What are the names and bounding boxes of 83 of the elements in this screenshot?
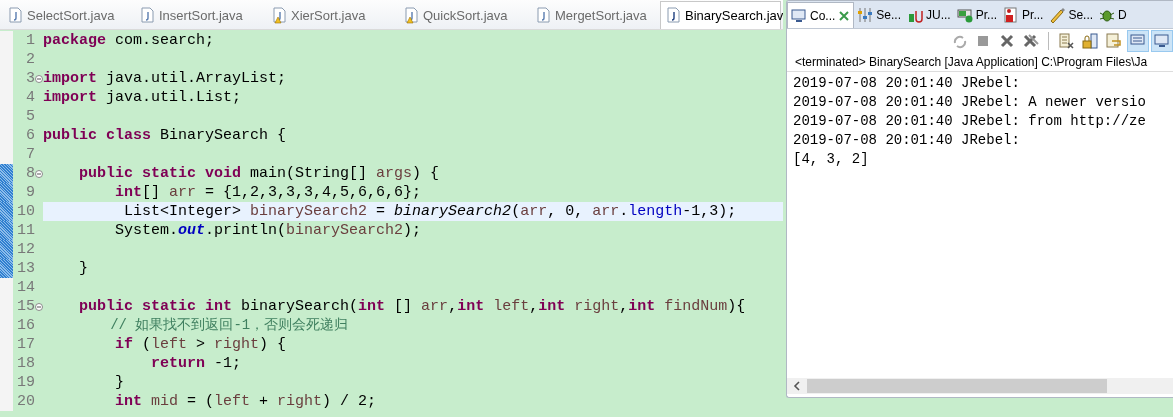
line-number: 11 <box>16 221 35 240</box>
monitor-icon <box>791 8 807 24</box>
scrollbar-thumb[interactable] <box>807 379 1107 393</box>
line-number: 1 <box>25 31 35 50</box>
editor-tab[interactable]: QuickSort.java <box>396 1 528 29</box>
line-number: 12 <box>16 240 35 259</box>
line-number: 10 <box>16 202 35 221</box>
java-file-warning-icon <box>404 6 418 24</box>
line-number: 4 <box>25 88 35 107</box>
console-output-line: 2019-07-08 20:01:40 JRebel: <box>793 74 1021 93</box>
line-number: 3 <box>25 69 35 88</box>
line-number: 8 <box>25 164 35 183</box>
display-console-button[interactable] <box>1151 30 1173 52</box>
word-wrap-icon <box>1106 33 1122 49</box>
scroll-left-icon[interactable] <box>793 381 801 391</box>
progress-icon <box>956 7 973 23</box>
remove-all-icon <box>1023 33 1039 49</box>
editor-tab[interactable]: MergetSort.java <box>528 1 660 29</box>
clear-console-icon <box>1058 33 1074 49</box>
java-file-icon <box>140 6 154 24</box>
bug-icon <box>1099 7 1116 23</box>
line-number: 15 <box>16 297 35 316</box>
refresh-icon <box>951 33 967 49</box>
line-number: 13 <box>16 259 35 278</box>
collapse-icon[interactable] <box>35 302 43 311</box>
editor-tab[interactable]: SelectSort.java <box>0 1 132 29</box>
console-output-line: 2019-07-08 20:01:40 JRebel: from http://ze <box>793 112 1147 131</box>
view-tab[interactable]: JU... <box>904 2 954 28</box>
line-number: 14 <box>16 278 35 297</box>
console-output-line: [4, 3, 2] <box>793 150 870 169</box>
sliders-icon <box>857 7 874 23</box>
view-tab[interactable]: Co... <box>787 2 855 28</box>
editor-tab[interactable]: InsertSort.java <box>132 1 264 29</box>
code-line: System.out.println(binarySearch2); <box>114 221 422 240</box>
java-file-warning-icon <box>272 6 286 24</box>
view-tab[interactable]: Se... <box>1046 2 1097 28</box>
java-file-icon <box>666 7 680 24</box>
view-tab[interactable]: Pr... <box>1000 2 1047 28</box>
code-line: int mid = (left + right) / 2; <box>114 392 377 411</box>
close-icon[interactable] <box>838 10 851 22</box>
code-line: public class BinarySearch { <box>43 126 287 145</box>
editor-tab[interactable]: BinarySearch.jav <box>660 1 781 29</box>
console-status: <terminated> BinarySearch [Java Application] C:\Program Files\Ja <box>787 53 1173 72</box>
code-line: public static void main(String[] args) { <box>78 164 440 183</box>
view-tab[interactable]: Se... <box>854 2 905 28</box>
java-file-icon <box>8 6 22 24</box>
code-line: import java.util.List; <box>43 88 242 107</box>
line-number: 7 <box>25 145 35 164</box>
line-number: 20 <box>16 392 35 411</box>
code-line: int[] arr = {1,2,3,3,3,4,5,6,6,6}; <box>114 183 422 202</box>
code-line: List<Integer> binarySearch2 = binarySearch2(arr, 0, arr.length-1,3); <box>123 202 737 221</box>
console-output-line: 2019-07-08 20:01:40 JRebel: <box>793 131 1021 150</box>
code-line: if (left > right) { <box>114 335 287 354</box>
line-number: 18 <box>16 354 35 373</box>
code-line: return -1; <box>150 354 242 373</box>
code-line: package com.search; <box>43 31 215 50</box>
line-number: 5 <box>25 107 35 126</box>
line-number: 16 <box>16 316 35 335</box>
line-number: 9 <box>25 183 35 202</box>
code-line: } <box>78 259 88 278</box>
document-error-icon <box>1003 7 1020 23</box>
code-line: import java.util.ArrayList; <box>43 69 287 88</box>
collapse-icon[interactable] <box>35 74 43 83</box>
line-number: 2 <box>25 50 35 69</box>
code-line: } <box>114 373 124 392</box>
view-tab[interactable]: D <box>1096 2 1130 28</box>
brush-icon <box>1049 7 1066 23</box>
code-line: public static int binarySearch(int [] arr,int left,int right,int findNum){ <box>78 297 746 316</box>
display-console-icon <box>1154 33 1170 49</box>
lock-icon <box>1082 33 1098 49</box>
line-number: 17 <box>16 335 35 354</box>
code-line: // 如果找不到返回-1，否则会死递归 <box>109 316 349 335</box>
stop-icon <box>975 33 991 49</box>
line-number: 19 <box>16 373 35 392</box>
collapse-icon[interactable] <box>35 169 43 178</box>
lock-button[interactable] <box>1079 30 1101 52</box>
java-file-icon <box>536 6 550 24</box>
line-number: 6 <box>25 126 35 145</box>
remove-icon <box>999 33 1015 49</box>
view-tab[interactable]: Pr... <box>953 2 1001 28</box>
console-output-line: 2019-07-08 20:01:40 JRebel: A newer versio <box>793 93 1147 112</box>
editor-tab[interactable]: XierSort.java <box>264 1 396 29</box>
horizontal-scrollbar[interactable] <box>787 378 1173 394</box>
